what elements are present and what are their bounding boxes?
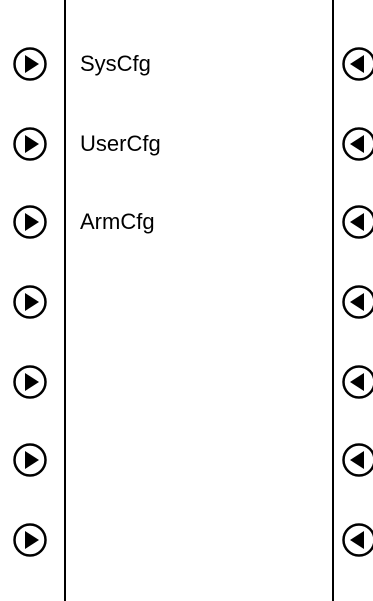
softkey-right-6[interactable] — [341, 442, 373, 478]
play-right-icon — [13, 285, 47, 319]
softkey-right-5[interactable] — [341, 364, 373, 400]
softkey-right-3[interactable] — [341, 204, 373, 240]
play-right-icon — [13, 205, 47, 239]
softkey-right-2[interactable] — [341, 126, 373, 162]
play-left-icon — [342, 523, 373, 557]
play-right-icon — [13, 443, 47, 477]
softkey-right-7[interactable] — [341, 522, 373, 558]
menu-panel — [64, 0, 334, 601]
play-left-icon — [342, 443, 373, 477]
play-right-icon — [13, 365, 47, 399]
play-right-icon — [13, 523, 47, 557]
menu-item-usercfg[interactable]: UserCfg — [80, 129, 161, 159]
softkey-left-6[interactable] — [12, 442, 48, 478]
play-left-icon — [342, 205, 373, 239]
softkey-left-3[interactable] — [12, 204, 48, 240]
menu-item-armcfg[interactable]: ArmCfg — [80, 207, 155, 237]
play-left-icon — [342, 47, 373, 81]
play-left-icon — [342, 127, 373, 161]
play-right-icon — [13, 47, 47, 81]
menu-item-syscfg[interactable]: SysCfg — [80, 49, 151, 79]
softkey-left-1[interactable] — [12, 46, 48, 82]
softkey-left-2[interactable] — [12, 126, 48, 162]
play-left-icon — [342, 365, 373, 399]
softkey-left-7[interactable] — [12, 522, 48, 558]
softkey-right-4[interactable] — [341, 284, 373, 320]
play-left-icon — [342, 285, 373, 319]
play-right-icon — [13, 127, 47, 161]
softkey-left-4[interactable] — [12, 284, 48, 320]
softkey-right-1[interactable] — [341, 46, 373, 82]
softkey-left-5[interactable] — [12, 364, 48, 400]
